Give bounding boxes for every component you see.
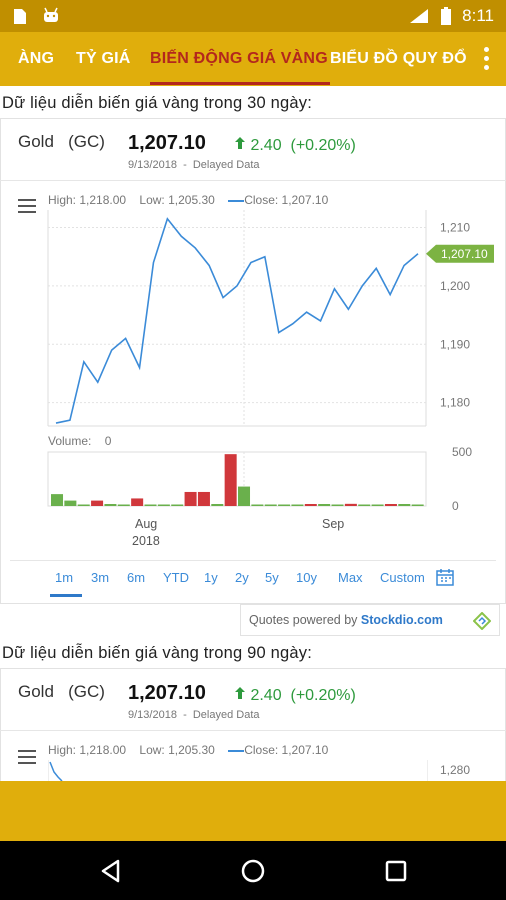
arrow-up-icon xyxy=(235,687,245,699)
x-tick-label: Aug xyxy=(135,517,157,531)
quote-date-2: 9/13/2018 - Delayed Data xyxy=(128,709,260,721)
quote-name-2: Gold (GC) xyxy=(18,682,105,701)
volume-bar xyxy=(104,504,117,506)
status-time: 8:11 xyxy=(462,6,494,25)
quote-price-2: 1,207.10 xyxy=(128,682,206,704)
back-icon[interactable] xyxy=(98,858,124,884)
volume-bar xyxy=(411,504,424,506)
volume-bar xyxy=(278,504,291,506)
svg-text:1,207.10: 1,207.10 xyxy=(441,247,488,261)
volume-bar xyxy=(291,504,304,506)
quote-name: Gold (GC) xyxy=(18,132,105,151)
y-tick-label: 1,210 xyxy=(440,221,470,235)
calendar-icon[interactable] xyxy=(436,568,454,586)
quote-price: 1,207.10 xyxy=(128,132,206,154)
range-10y[interactable]: 10y xyxy=(296,570,317,585)
volume-frame xyxy=(47,451,427,507)
section-title-30-days: Dữ liệu diễn biến giá vàng trong 30 ngày… xyxy=(2,94,313,112)
volume-bar xyxy=(77,504,90,506)
volume-chart: 0 500 Aug 2018 Sep xyxy=(47,445,472,548)
volume-tick-label: 0 xyxy=(452,499,459,513)
volume-bar xyxy=(398,504,411,506)
y-tick-label-2: 1,280 xyxy=(440,763,471,777)
active-tab-indicator xyxy=(150,82,330,85)
quote-date: 9/13/2018 - Delayed Data xyxy=(128,159,260,171)
home-icon[interactable] xyxy=(240,858,266,884)
volume-bar xyxy=(197,491,210,506)
y-tick-label: 1,200 xyxy=(440,279,470,293)
volume-bar xyxy=(318,504,331,506)
volume-bar xyxy=(358,504,371,506)
volume-bar xyxy=(331,504,344,506)
section-title-90-days: Dữ liệu diễn biến giá vàng trong 90 ngày… xyxy=(2,644,313,662)
volume-bar xyxy=(157,504,170,506)
volume-bar xyxy=(64,500,77,506)
range-selector: 1m 3m 6m YTD 1y 2y 5y 10y Max Custom xyxy=(10,560,496,598)
ad-banner xyxy=(0,781,506,841)
tab-bar: ÀNG TỶ GIÁ BIẾN ĐỘNG GIÁ VÀNG BIỂU ĐỒ QU… xyxy=(0,32,506,86)
tab-exchange-rate[interactable]: TỶ GIÁ xyxy=(76,32,131,86)
chart-legend: High: 1,218.00 Low: 1,205.30 Close: 1,20… xyxy=(48,193,329,207)
chart-menu-icon-2[interactable] xyxy=(18,750,36,768)
android-icon xyxy=(44,7,58,22)
y-tick-label: 1,190 xyxy=(440,337,470,351)
volume-bar xyxy=(144,504,157,506)
range-1y[interactable]: 1y xyxy=(204,570,218,585)
powered-by-link[interactable]: Quotes powered by Stockdio.com xyxy=(240,604,500,636)
volume-bar xyxy=(371,504,384,506)
volume-bar xyxy=(264,504,277,506)
navigation-bar xyxy=(0,841,506,900)
divider xyxy=(0,180,506,181)
x-tick-label-year: 2018 xyxy=(132,534,160,548)
volume-bar xyxy=(131,498,144,506)
file-icon xyxy=(14,9,26,24)
recents-icon[interactable] xyxy=(384,859,408,883)
range-custom[interactable]: Custom xyxy=(380,570,425,585)
range-3m[interactable]: 3m xyxy=(91,570,109,585)
range-2y[interactable]: 2y xyxy=(235,570,249,585)
tab-gold-fluctuation[interactable]: BIẾN ĐỘNG GIÁ VÀNG xyxy=(150,32,328,86)
volume-bar xyxy=(344,503,357,506)
chart-legend-2: High: 1,218.00 Low: 1,205.30 Close: 1,20… xyxy=(48,743,329,757)
close-series-line xyxy=(55,217,419,424)
overflow-menu-icon[interactable] xyxy=(482,44,490,74)
stockdio-logo-icon xyxy=(473,612,491,630)
range-6m[interactable]: 6m xyxy=(127,570,145,585)
range-1m[interactable]: 1m xyxy=(55,570,73,585)
volume-bar xyxy=(51,494,64,506)
quote-change: 2.40 (+0.20%) xyxy=(234,136,356,155)
volume-bar xyxy=(91,500,104,506)
y-tick-label: 1,180 xyxy=(440,396,470,410)
volume-tick-label: 500 xyxy=(452,445,472,459)
status-bar: 8:11 xyxy=(0,0,506,32)
quote-change-2: 2.40 (+0.20%) xyxy=(234,686,356,705)
divider-2 xyxy=(0,730,506,731)
tab-conversion-chart[interactable]: BIỂU ĐỒ QUY ĐỔ xyxy=(330,32,467,86)
volume-bar xyxy=(184,491,197,506)
tab-gold-price[interactable]: ÀNG xyxy=(18,32,54,86)
volume-bar xyxy=(171,504,184,506)
price-chart-2-preview xyxy=(48,760,428,781)
range-max[interactable]: Max xyxy=(338,570,363,585)
volume-bar xyxy=(117,504,130,506)
volume-bar xyxy=(251,504,264,506)
current-value-marker: 1,207.10 xyxy=(426,244,494,263)
signal-icon xyxy=(410,9,429,23)
price-chart: 1,180 1,190 1,200 1,210 1,207.10 xyxy=(47,210,494,427)
battery-icon xyxy=(441,7,452,25)
volume-bar xyxy=(384,504,397,506)
x-tick-label: Sep xyxy=(322,517,344,531)
range-ytd[interactable]: YTD xyxy=(163,570,189,585)
volume-bar xyxy=(304,504,317,506)
volume-bar xyxy=(211,504,224,506)
range-5y[interactable]: 5y xyxy=(265,570,279,585)
arrow-up-icon xyxy=(235,137,245,149)
volume-bar xyxy=(224,454,237,506)
volume-bar xyxy=(238,486,251,506)
range-selected-indicator xyxy=(50,594,82,597)
